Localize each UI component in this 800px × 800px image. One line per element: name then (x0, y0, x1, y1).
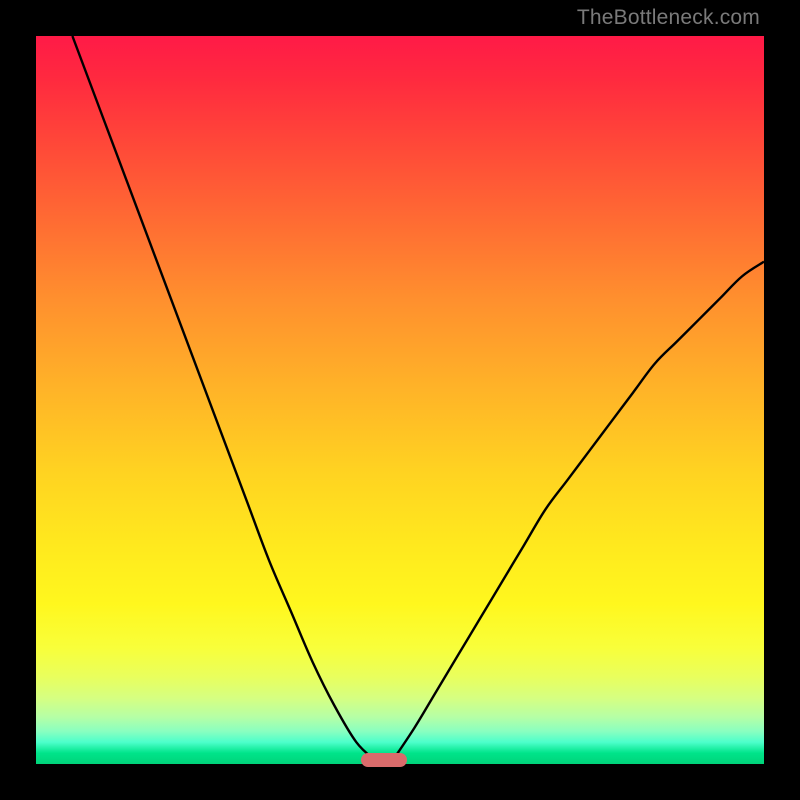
watermark-text: TheBottleneck.com (577, 6, 760, 30)
bottleneck-marker (361, 753, 407, 767)
plot-area (36, 36, 764, 764)
bottleneck-curve (36, 36, 764, 764)
frame-right (764, 0, 800, 800)
frame-left (0, 0, 36, 800)
curve-left-branch (72, 36, 375, 760)
curve-right-branch (393, 262, 764, 761)
frame-bottom (0, 764, 800, 800)
